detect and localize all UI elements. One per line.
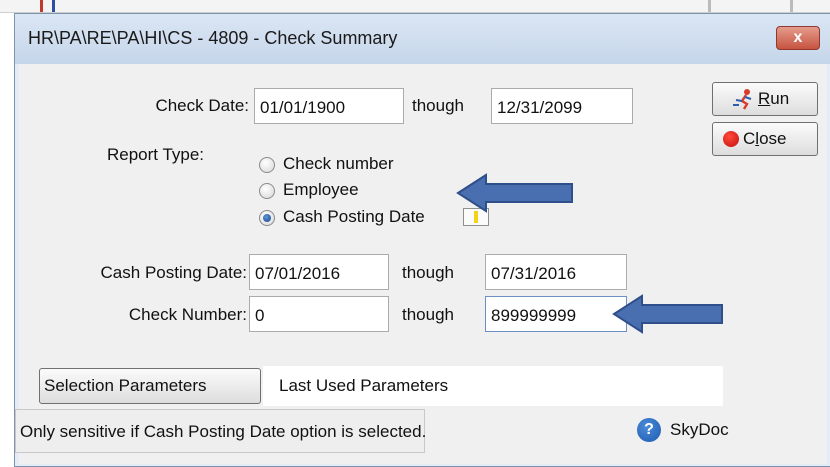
annotation-arrow-left [612,294,723,334]
check-summary-window: HR\PA\RE\PA\HI\CS - 4809 - Check Summary… [14,13,830,467]
run-button[interactable]: Run [712,82,818,116]
check-number-from-input[interactable] [249,296,389,332]
status-bar: Only sensitive if Cash Posting Date opti… [15,409,427,453]
radio-label: Employee [283,180,359,199]
radio-label: Check number [283,154,394,173]
report-type-label: Report Type: [107,145,205,164]
dialog-body: Check Date: though Report Type: Check nu… [19,64,827,464]
status-text: Only sensitive if Cash Posting Date opti… [20,422,427,441]
close-label-prefix: C [743,129,756,148]
selection-value: Last Used Parameters [279,376,449,395]
skydoc-link[interactable]: SkyDoc [670,420,729,440]
cash-posting-date-through-label: though [402,263,454,282]
help-icon[interactable]: ? [637,418,661,442]
check-number-label: Check Number: [128,305,247,324]
annotation-arrow-left [456,173,573,213]
question-mark-glyph: ? [644,421,654,438]
radio-label: Cash Posting Date [283,207,425,226]
run-icon [733,89,752,110]
selection-value-panel: Last Used Parameters [263,366,723,406]
close-label: Close [743,129,786,149]
run-label: Run [758,89,789,109]
cash-posting-date-to-input[interactable] [485,254,627,290]
radio-button-selected[interactable] [259,210,275,226]
red-dot-icon [723,131,739,147]
background-mark [790,0,793,12]
run-label-rest: un [770,89,790,108]
check-number-through-label: though [402,305,454,324]
cash-posting-date-label: Cash Posting Date: [100,263,247,282]
selection-parameters-label: Selection Parameters [44,376,207,395]
title-bar[interactable]: HR\PA\RE\PA\HI\CS - 4809 - Check Summary… [15,14,830,64]
check-date-to-input[interactable] [491,88,633,124]
cash-posting-date-from-input[interactable] [249,254,389,290]
selection-parameters-button[interactable]: Selection Parameters [39,368,261,404]
radio-button[interactable] [259,183,275,199]
radio-button[interactable] [259,157,275,173]
close-button[interactable]: Close [712,122,818,156]
background-mark [708,0,711,12]
check-date-label: Check Date: [155,96,249,115]
run-hotkey: R [758,89,771,108]
check-date-through-label: though [412,96,464,115]
background-window-strip [0,0,830,13]
window-close-button[interactable]: x [776,26,820,50]
check-number-to-input[interactable] [485,296,627,332]
close-label-rest: ose [759,129,787,148]
background-mark [52,0,55,12]
check-date-from-input[interactable] [254,88,404,124]
window-title: HR\PA\RE\PA\HI\CS - 4809 - Check Summary [28,28,398,48]
close-icon: x [793,29,803,46]
background-mark [40,0,43,12]
